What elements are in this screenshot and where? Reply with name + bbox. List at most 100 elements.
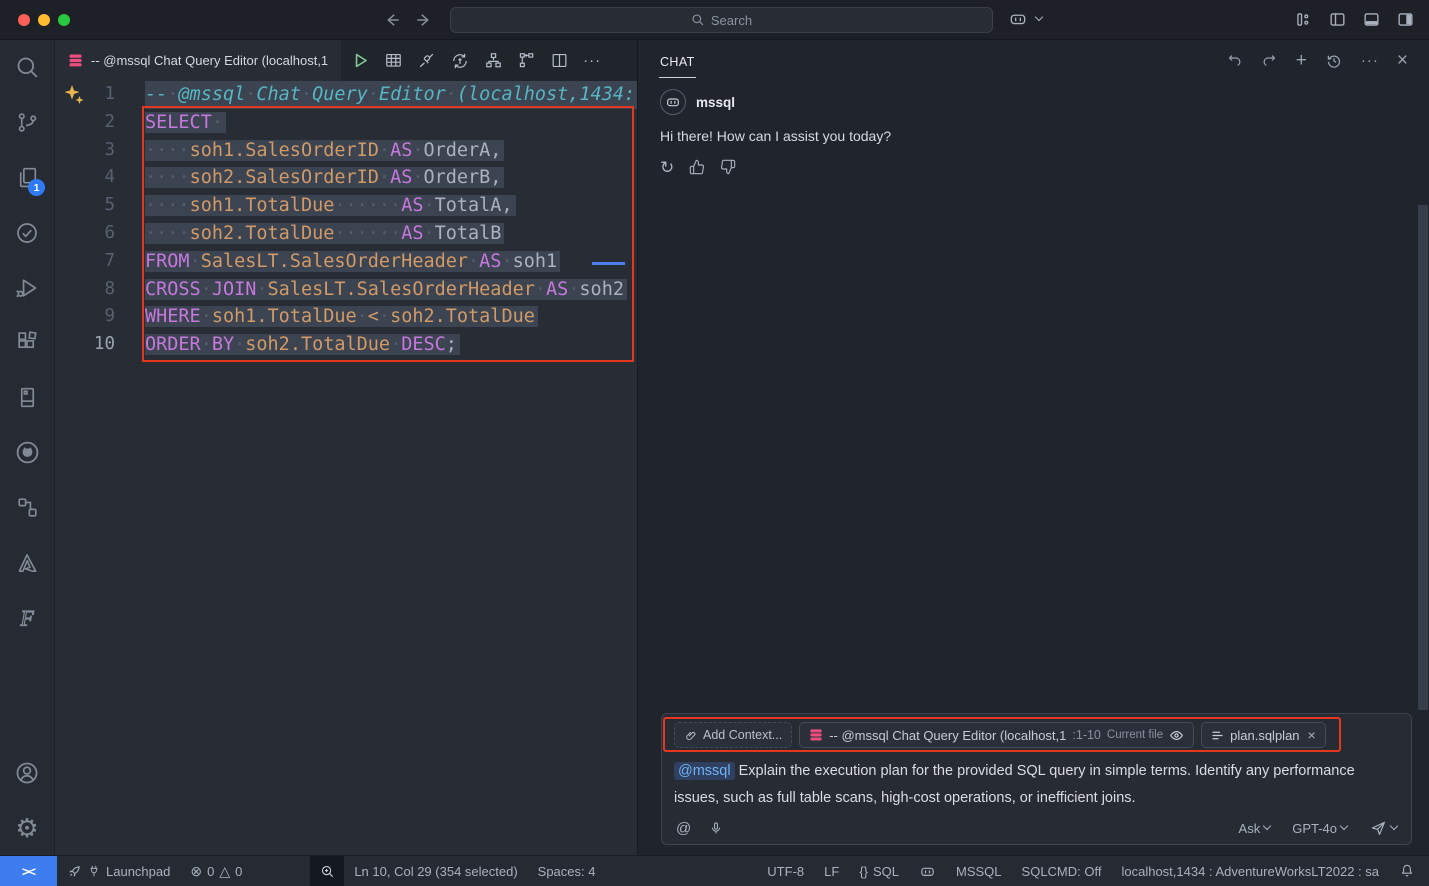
code-line[interactable]: ····soh2.TotalDue······AS·TotalB (145, 220, 637, 248)
encoding-item[interactable]: UTF-8 (757, 856, 814, 886)
launchpad-item[interactable]: Launchpad (57, 856, 180, 886)
actual-plan-icon[interactable] (517, 51, 536, 70)
code-line[interactable]: ORDER·BY·soh2.TotalDue·DESC; (145, 331, 637, 359)
tab-chat[interactable]: CHAT (659, 43, 696, 78)
activity-explorer[interactable]: 1 (0, 150, 54, 205)
change-connection-icon[interactable] (450, 51, 470, 71)
code-line[interactable]: --·@mssql·Chat·Query·Editor·(localhost,1… (145, 81, 637, 109)
line-number[interactable]: 4 (55, 164, 115, 192)
settings-gear-button[interactable]: ⚙ (0, 800, 54, 855)
send-button[interactable] (1369, 819, 1397, 837)
agent-mention[interactable]: @mssql (674, 762, 735, 780)
activity-extensions[interactable] (0, 315, 54, 370)
zoom-window-button[interactable] (58, 14, 70, 26)
plan-file-chip[interactable]: plan.sqlplan × (1201, 722, 1326, 748)
retry-icon[interactable]: ↻ (660, 160, 674, 175)
chat-close-icon[interactable]: × (1397, 53, 1408, 69)
estimated-plan-icon[interactable] (484, 51, 503, 70)
activity-github[interactable] (0, 425, 54, 480)
language-mode-item[interactable]: {} SQL (849, 856, 909, 886)
activity-sql-server[interactable] (0, 370, 54, 425)
minimize-window-button[interactable] (38, 14, 50, 26)
chat-input-text[interactable]: @mssql Explain the execution plan for th… (674, 758, 1399, 812)
chat-history-icon[interactable] (1325, 52, 1343, 70)
run-query-button[interactable] (351, 51, 370, 70)
error-icon: ⊗ (190, 863, 202, 880)
code-line[interactable]: FROM·SalesLT.SalesOrderHeader·AS·soh1 (145, 248, 637, 276)
code-editor[interactable]: 12345678910 --·@mssql·Chat·Query·Editor·… (55, 81, 637, 855)
line-number[interactable]: 10 (55, 331, 115, 359)
activity-source-control[interactable] (0, 95, 54, 150)
code-line[interactable]: ····soh1.SalesOrderID·AS·OrderA, (145, 137, 637, 165)
toggle-primary-sidebar-icon[interactable] (1328, 10, 1347, 29)
activity-azure[interactable] (0, 535, 54, 590)
command-center-search[interactable]: Search (450, 7, 993, 33)
code-line[interactable]: WHERE·soh1.TotalDue·<·soh2.TotalDue (145, 303, 637, 331)
cursor-position-item[interactable]: Ln 10, Col 29 (354 selected) (344, 856, 527, 886)
mode-dropdown[interactable]: Ask (1239, 821, 1271, 836)
mention-button[interactable]: @ (676, 820, 691, 837)
activity-search[interactable] (0, 40, 54, 95)
eol-item[interactable]: LF (814, 856, 849, 886)
line-number[interactable]: 1 (55, 81, 115, 109)
cursor-position-label: Ln 10, Col 29 (354 selected) (354, 864, 517, 879)
results-grid-icon[interactable] (384, 51, 403, 70)
eye-icon[interactable] (1169, 728, 1184, 743)
current-file-chip[interactable]: -- @mssql Chat Query Editor (localhost,1… (799, 722, 1194, 748)
disconnect-icon[interactable] (417, 51, 436, 70)
notifications-item[interactable] (1389, 856, 1429, 886)
mssql-profile-item[interactable]: MSSQL (946, 856, 1012, 886)
line-number[interactable]: 9 (55, 303, 115, 331)
editor-tab-active[interactable]: -- @mssql Chat Query Editor (localhost,1 (55, 40, 341, 81)
new-chat-icon[interactable]: + (1296, 53, 1307, 69)
model-dropdown[interactable]: GPT-4o (1292, 821, 1347, 836)
customize-layout-icon[interactable] (1294, 10, 1313, 29)
line-number[interactable]: 5 (55, 192, 115, 220)
line-number-gutter[interactable]: 12345678910 (55, 81, 115, 359)
copilot-menu-button[interactable] (1008, 9, 1042, 29)
accounts-button[interactable] (0, 745, 54, 800)
thumbs-up-icon[interactable] (689, 159, 705, 175)
editor-more-actions[interactable]: ··· (583, 52, 601, 69)
zoom-indicator-button[interactable] (310, 856, 344, 886)
code-line[interactable]: SELECT· (145, 109, 637, 137)
remove-chip-icon[interactable]: × (1308, 727, 1316, 743)
microphone-icon[interactable] (709, 820, 723, 837)
toggle-panel-icon[interactable] (1362, 10, 1381, 29)
sqlcmd-item[interactable]: SQLCMD: Off (1012, 856, 1112, 886)
toggle-secondary-sidebar-icon[interactable] (1396, 10, 1415, 29)
line-number[interactable]: 2 (55, 109, 115, 137)
editor-tab-bar: -- @mssql Chat Query Editor (localhost,1… (55, 40, 637, 81)
chat-more-icon[interactable]: ··· (1361, 52, 1379, 69)
activity-fabric[interactable]: F (0, 590, 54, 645)
connection-item[interactable]: localhost,1434 : AdventureWorksLT2022 : … (1111, 856, 1389, 886)
navigate-forward-icon[interactable] (415, 11, 433, 29)
close-window-button[interactable] (18, 14, 30, 26)
split-editor-icon[interactable] (550, 51, 569, 70)
add-context-chip[interactable]: Add Context... (674, 722, 792, 748)
copilot-status-item[interactable] (909, 856, 946, 886)
tab-title: -- @mssql Chat Query Editor (localhost,1 (91, 53, 328, 68)
line-number[interactable]: 7 (55, 248, 115, 276)
activity-run-debug[interactable] (0, 260, 54, 315)
thumbs-down-icon[interactable] (720, 159, 736, 175)
problems-item[interactable]: ⊗ 0 △ 0 (180, 856, 252, 886)
remote-indicator[interactable]: >< (0, 856, 57, 886)
warning-count: 0 (235, 864, 242, 879)
editor-pane: -- @mssql Chat Query Editor (localhost,1… (55, 40, 637, 855)
chat-undo-icon[interactable] (1226, 52, 1243, 69)
line-number[interactable]: 6 (55, 220, 115, 248)
code-line[interactable]: CROSS·JOIN·SalesLT.SalesOrderHeader·AS·s… (145, 276, 637, 304)
chat-redo-icon[interactable] (1261, 52, 1278, 69)
line-number[interactable]: 3 (55, 137, 115, 165)
activity-database-projects[interactable] (0, 480, 54, 535)
activity-task-check[interactable] (0, 205, 54, 260)
line-number[interactable]: 8 (55, 276, 115, 304)
navigate-back-icon[interactable] (383, 11, 401, 29)
window-controls (18, 14, 70, 26)
indentation-item[interactable]: Spaces: 4 (528, 856, 606, 886)
code-line[interactable]: ····soh1.TotalDue······AS·TotalA, (145, 192, 637, 220)
code-line[interactable]: ····soh2.SalesOrderID·AS·OrderB, (145, 164, 637, 192)
chat-input-container[interactable]: Add Context... -- @mssql Chat Query Edit… (661, 713, 1412, 845)
chat-scrollbar[interactable] (1418, 205, 1428, 710)
